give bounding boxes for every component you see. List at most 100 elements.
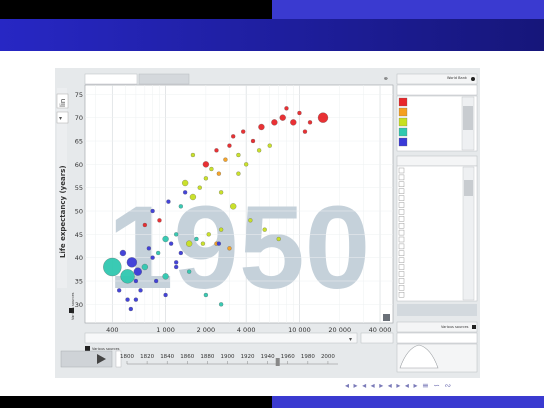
country-bubble[interactable]: [248, 218, 253, 223]
country-bubble[interactable]: [125, 297, 130, 302]
country-bubble[interactable]: [279, 114, 286, 121]
country-bubble[interactable]: [250, 138, 256, 144]
country-bubble[interactable]: [174, 264, 179, 270]
country-bubble[interactable]: [194, 236, 199, 242]
x-scale-select[interactable]: [360, 332, 394, 344]
country-bubble[interactable]: [133, 297, 139, 302]
legend-swatch[interactable]: [398, 107, 408, 117]
country-bubble[interactable]: [128, 306, 133, 312]
country-bubble[interactable]: [178, 250, 183, 256]
country-checkbox[interactable]: [398, 278, 405, 284]
country-bubble[interactable]: [317, 112, 329, 123]
country-bubble[interactable]: [214, 148, 219, 153]
country-bubble[interactable]: [186, 240, 193, 247]
x-axis-select[interactable]: [84, 332, 358, 344]
country-checkbox[interactable]: [398, 271, 405, 277]
size-indicator-select[interactable]: [396, 332, 478, 344]
country-bubble[interactable]: [203, 292, 209, 298]
country-bubble[interactable]: [227, 143, 232, 148]
country-bubble[interactable]: [133, 267, 142, 276]
info-icon[interactable]: [471, 77, 475, 81]
country-bubble[interactable]: [162, 273, 169, 280]
link-icon[interactable]: ⚭: [383, 75, 389, 83]
country-bubble[interactable]: [236, 152, 241, 158]
country-bubble[interactable]: [284, 106, 289, 111]
country-checkbox[interactable]: [398, 202, 405, 208]
country-bubble[interactable]: [189, 193, 197, 201]
country-bubble[interactable]: [216, 171, 222, 176]
timeline[interactable]: 1800 1820 1840 1860 1880 1900 1920 1940 1960 1980…: [120, 354, 338, 365]
country-bubble[interactable]: [227, 246, 232, 251]
country-bubble[interactable]: [126, 257, 138, 268]
timeline-thumb[interactable]: [275, 358, 280, 366]
country-bubble[interactable]: [153, 278, 159, 284]
country-bubble[interactable]: [307, 120, 313, 125]
country-bubble[interactable]: [142, 222, 148, 228]
country-bubble[interactable]: [141, 263, 149, 271]
country-bubble[interactable]: [197, 185, 202, 190]
country-bubble[interactable]: [119, 249, 127, 257]
country-bubble[interactable]: [231, 134, 236, 139]
tab-chart[interactable]: [84, 73, 138, 85]
country-bubble[interactable]: [218, 227, 224, 232]
country-bubble[interactable]: [166, 199, 171, 204]
country-bubble[interactable]: [202, 161, 210, 168]
country-checkbox[interactable]: [398, 216, 405, 222]
country-bubble[interactable]: [241, 129, 246, 134]
country-bubble[interactable]: [103, 257, 122, 277]
country-bubble[interactable]: [236, 171, 241, 176]
country-checkbox[interactable]: [398, 285, 405, 291]
country-bubble[interactable]: [157, 218, 162, 223]
country-bubble[interactable]: [256, 148, 262, 153]
country-bubble[interactable]: [168, 241, 174, 246]
country-filter-input[interactable]: [397, 304, 477, 316]
country-bubble[interactable]: [150, 255, 155, 260]
country-checkbox[interactable]: [398, 236, 405, 243]
country-bubble[interactable]: [138, 288, 143, 293]
country-checkbox[interactable]: [398, 167, 405, 174]
size-info-icon[interactable]: [472, 325, 476, 329]
country-bubble[interactable]: [178, 204, 183, 209]
country-bubble[interactable]: [203, 176, 209, 181]
country-scroll-thumb[interactable]: [464, 180, 473, 196]
country-checkbox[interactable]: [398, 291, 405, 298]
country-checkbox[interactable]: [398, 229, 405, 236]
country-checkbox[interactable]: [398, 257, 405, 263]
legend-swatch[interactable]: [398, 137, 408, 147]
legend-swatch[interactable]: [398, 97, 408, 107]
country-bubble[interactable]: [162, 235, 169, 243]
country-checkbox[interactable]: [398, 188, 405, 194]
country-bubble[interactable]: [290, 119, 297, 126]
country-bubble[interactable]: [230, 203, 237, 210]
country-bubble[interactable]: [181, 179, 189, 187]
country-bubble[interactable]: [156, 250, 161, 256]
country-bubble[interactable]: [218, 302, 224, 307]
country-checkbox[interactable]: [398, 181, 405, 188]
country-checkbox[interactable]: [398, 222, 405, 229]
country-bubble[interactable]: [187, 269, 192, 274]
country-bubble[interactable]: [206, 232, 211, 237]
country-checkbox[interactable]: [398, 195, 405, 201]
country-bubble[interactable]: [223, 157, 228, 162]
legend-scroll-thumb[interactable]: [463, 106, 473, 130]
country-bubble[interactable]: [200, 241, 206, 246]
country-bubble[interactable]: [133, 278, 139, 284]
country-bubble[interactable]: [190, 152, 196, 158]
country-bubble[interactable]: [150, 208, 155, 214]
legend-swatches[interactable]: [398, 97, 408, 147]
color-indicator-select[interactable]: [396, 84, 478, 96]
legend-swatch[interactable]: [398, 127, 408, 137]
country-bubble[interactable]: [209, 166, 214, 172]
country-bubble[interactable]: [262, 227, 267, 232]
country-bubble[interactable]: [276, 236, 281, 242]
country-bubble[interactable]: [117, 288, 122, 293]
country-bubble[interactable]: [120, 269, 135, 284]
country-checkbox[interactable]: [398, 264, 405, 270]
country-bubble[interactable]: [267, 143, 272, 148]
x-sources-checkbox[interactable]: [85, 346, 90, 351]
beamer-navigation[interactable]: ◂ ▸ ◂ ◂ ▸ ◂ ▸ ◂ ▸ ≡ ∽ ∾: [345, 381, 452, 390]
country-bubble[interactable]: [174, 260, 179, 265]
country-bubble[interactable]: [271, 119, 278, 126]
country-checkbox[interactable]: [398, 209, 405, 215]
expand-icon[interactable]: [383, 314, 390, 321]
